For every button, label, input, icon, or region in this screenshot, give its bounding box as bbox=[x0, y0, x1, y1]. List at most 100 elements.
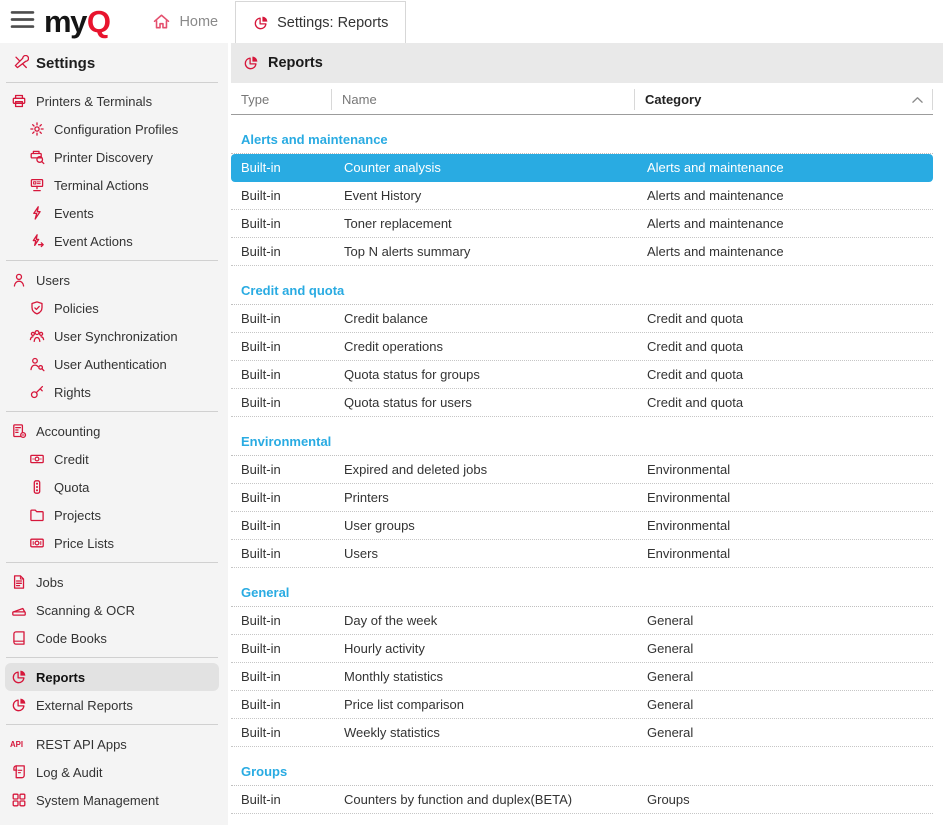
sidebar-item-credit[interactable]: Credit bbox=[0, 445, 228, 473]
cell-name: Weekly statistics bbox=[331, 725, 634, 740]
group-header-alerts-and-maintenance: Alerts and maintenance bbox=[231, 131, 933, 154]
cell-type: Built-in bbox=[231, 188, 331, 203]
table-row[interactable]: Built-inCredit balanceCredit and quota bbox=[231, 305, 933, 333]
table-row[interactable]: Built-inQuota status for groupsCredit an… bbox=[231, 361, 933, 389]
sidebar-item-label: Printer Discovery bbox=[54, 150, 153, 165]
sidebar-item-label: Events bbox=[54, 206, 94, 221]
sidebar-item-label: Code Books bbox=[36, 631, 107, 646]
cell-category: Environmental bbox=[634, 462, 933, 477]
column-header-label: Category bbox=[645, 92, 701, 107]
table-row[interactable]: Built-inHourly activityGeneral bbox=[231, 635, 933, 663]
cell-type: Built-in bbox=[231, 613, 331, 628]
cell-name: Credit balance bbox=[331, 311, 634, 326]
cell-type: Built-in bbox=[231, 367, 331, 382]
cell-category: Alerts and maintenance bbox=[634, 244, 933, 259]
table-row[interactable]: Built-inExpired and deleted jobsEnvironm… bbox=[231, 456, 933, 484]
sidebar-item-reports[interactable]: Reports bbox=[5, 663, 219, 691]
table-row[interactable]: Built-inDay of the weekGeneral bbox=[231, 607, 933, 635]
sidebar-item-configuration-profiles[interactable]: Configuration Profiles bbox=[0, 115, 228, 143]
page-title: Reports bbox=[268, 55, 323, 71]
sidebar-item-rest-api-apps[interactable]: API REST API Apps bbox=[0, 730, 228, 758]
group-header-general: General bbox=[231, 584, 933, 607]
printer-search-icon bbox=[28, 149, 46, 165]
hamburger-menu-button[interactable] bbox=[0, 0, 44, 43]
sidebar-item-quota[interactable]: Quota bbox=[0, 473, 228, 501]
sidebar-item-jobs[interactable]: Jobs bbox=[0, 568, 228, 596]
cell-name: Hourly activity bbox=[331, 641, 634, 656]
sidebar-item-system-management[interactable]: System Management bbox=[0, 786, 228, 814]
pie-chart-icon bbox=[10, 697, 28, 713]
sidebar-item-external-reports[interactable]: External Reports bbox=[0, 691, 228, 719]
sidebar-item-users[interactable]: Users bbox=[0, 266, 228, 294]
sidebar-nav: Printers & Terminals Configuration Profil… bbox=[0, 87, 228, 814]
cell-name: Toner replacement bbox=[331, 216, 634, 231]
sidebar-divider bbox=[6, 657, 218, 658]
sidebar-item-user-synchronization[interactable]: User Synchronization bbox=[0, 322, 228, 350]
group-header-groups: Groups bbox=[231, 763, 933, 786]
table-row[interactable]: Built-inMonthly statisticsGeneral bbox=[231, 663, 933, 691]
cell-name: User groups bbox=[331, 518, 634, 533]
sidebar-item-label: REST API Apps bbox=[36, 737, 127, 752]
table-row[interactable]: Built-inWeekly statisticsGeneral bbox=[231, 719, 933, 747]
gear-icon bbox=[28, 121, 46, 137]
sidebar-item-projects[interactable]: Projects bbox=[0, 501, 228, 529]
column-header-name[interactable]: Name bbox=[331, 89, 634, 110]
sidebar-item-label: Configuration Profiles bbox=[54, 122, 178, 137]
page-header: Reports bbox=[231, 43, 943, 83]
cell-category: Alerts and maintenance bbox=[634, 188, 933, 203]
shield-check-icon bbox=[28, 300, 46, 316]
sidebar-item-label: Accounting bbox=[36, 424, 100, 439]
sidebar-item-printer-discovery[interactable]: Printer Discovery bbox=[0, 143, 228, 171]
user-icon bbox=[10, 272, 28, 288]
tab-bar: HomeSettings: Reports bbox=[135, 0, 406, 43]
sidebar-item-label: System Management bbox=[36, 793, 159, 808]
table-row[interactable]: Built-inCounter analysisAlerts and maint… bbox=[231, 154, 933, 182]
cell-category: General bbox=[634, 613, 933, 628]
cell-category: Environmental bbox=[634, 546, 933, 561]
cell-name: Counters by function and duplex(BETA) bbox=[331, 792, 634, 807]
scanner-icon bbox=[10, 602, 28, 618]
cell-category: General bbox=[634, 669, 933, 684]
sidebar-item-rights[interactable]: Rights bbox=[0, 378, 228, 406]
table-row[interactable]: Built-inCounters by function and duplex(… bbox=[231, 786, 933, 814]
sidebar-divider bbox=[6, 260, 218, 261]
sidebar-item-log-audit[interactable]: Log & Audit bbox=[0, 758, 228, 786]
sidebar-item-event-actions[interactable]: Event Actions bbox=[0, 227, 228, 255]
tab-home[interactable]: Home bbox=[135, 0, 235, 43]
table-row[interactable]: Built-inPrintersEnvironmental bbox=[231, 484, 933, 512]
cell-category: Credit and quota bbox=[634, 339, 933, 354]
key-icon bbox=[28, 384, 46, 400]
column-header-category[interactable]: Category bbox=[634, 89, 933, 110]
table-row[interactable]: Built-inQuota status for usersCredit and… bbox=[231, 389, 933, 417]
sidebar-item-user-authentication[interactable]: User Authentication bbox=[0, 350, 228, 378]
cell-type: Built-in bbox=[231, 244, 331, 259]
sidebar-item-code-books[interactable]: Code Books bbox=[0, 624, 228, 652]
logo-text-q: Q bbox=[87, 6, 110, 37]
table-row[interactable]: Built-inPrice list comparisonGeneral bbox=[231, 691, 933, 719]
cell-name: Printers bbox=[331, 490, 634, 505]
logo-text-my: my bbox=[44, 6, 86, 37]
sidebar-item-events[interactable]: Events bbox=[0, 199, 228, 227]
table-row[interactable]: Built-inUser groupsEnvironmental bbox=[231, 512, 933, 540]
cell-category: General bbox=[634, 725, 933, 740]
sidebar-item-accounting[interactable]: Accounting bbox=[0, 417, 228, 445]
sidebar-item-scanning-ocr[interactable]: Scanning & OCR bbox=[0, 596, 228, 624]
sidebar-item-policies[interactable]: Policies bbox=[0, 294, 228, 322]
table-row[interactable]: Built-inTop N alerts summaryAlerts and m… bbox=[231, 238, 933, 266]
column-header-type[interactable]: Type bbox=[231, 89, 331, 110]
table-row[interactable]: Built-inEvent HistoryAlerts and maintena… bbox=[231, 182, 933, 210]
sidebar-item-label: External Reports bbox=[36, 698, 133, 713]
table-row[interactable]: Built-inCredit operationsCredit and quot… bbox=[231, 333, 933, 361]
api-icon: API bbox=[10, 737, 28, 751]
main-panel: Reports TypeName Category Alerts and main… bbox=[228, 43, 943, 825]
table-row[interactable]: Built-inToner replacementAlerts and main… bbox=[231, 210, 933, 238]
sidebar-item-printers-terminals[interactable]: Printers & Terminals bbox=[0, 87, 228, 115]
sidebar-item-price-lists[interactable]: Price Lists bbox=[0, 529, 228, 557]
sidebar-item-label: Credit bbox=[54, 452, 89, 467]
sidebar-item-terminal-actions[interactable]: Terminal Actions bbox=[0, 171, 228, 199]
cell-type: Built-in bbox=[231, 160, 331, 175]
cell-type: Built-in bbox=[231, 546, 331, 561]
tab-settings-reports[interactable]: Settings: Reports bbox=[235, 1, 406, 43]
cell-category: Environmental bbox=[634, 518, 933, 533]
table-row[interactable]: Built-inUsersEnvironmental bbox=[231, 540, 933, 568]
